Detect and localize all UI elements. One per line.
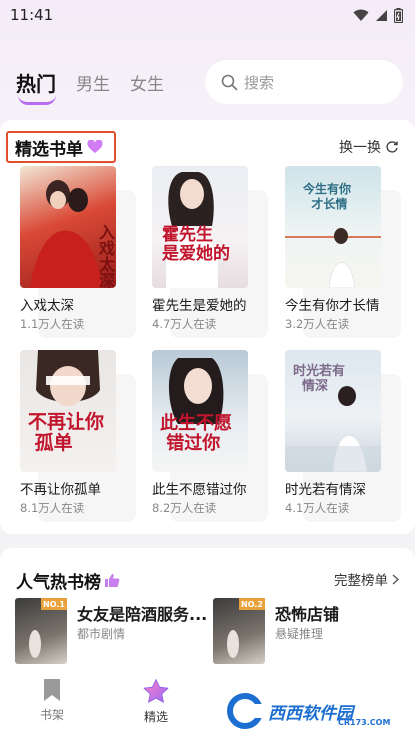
nav-item-bookshelf[interactable]: 书架: [22, 678, 82, 723]
search-placeholder: 搜索: [244, 73, 275, 92]
book-title: 时光若有情深: [285, 482, 366, 498]
tab-female[interactable]: 女生: [130, 70, 164, 95]
status-bar: 11:41: [0, 0, 415, 30]
heart-icon: [87, 140, 103, 153]
watermark-logo: [227, 693, 264, 729]
rank-title: 恐怖店铺: [275, 605, 340, 624]
nav-item-featured[interactable]: 精选: [126, 678, 186, 725]
book-readers: 3.2万人在读: [285, 317, 350, 331]
cover-title-text: 时光若有 情深: [293, 364, 346, 394]
nav-label-featured: 精选: [143, 710, 168, 724]
book-cover: 时光若有 情深: [285, 350, 381, 472]
popular-title-wrap: 人气热书榜: [16, 568, 120, 593]
status-time: 11:41: [10, 6, 54, 24]
bookmark-icon: [44, 679, 60, 701]
search-input[interactable]: 搜索: [205, 60, 403, 104]
book-cover: 今生有你 才长情: [285, 166, 381, 288]
tab-male[interactable]: 男生: [76, 70, 110, 95]
rank-genre: 悬疑推理: [275, 627, 324, 641]
book-item[interactable]: 入戏太深 入戏太深 1.1万人在读: [20, 166, 140, 338]
cover-title-text: 此生不愿 错过你: [160, 413, 232, 454]
book-item[interactable]: 不再让你 孤单 不再让你孤单 8.1万人在读: [20, 350, 140, 522]
featured-booklist-card: 精选书单 换一换 入戏太深 入戏太深 1.1万人在读 霍先生 是爱她的 霍先生是…: [0, 120, 415, 534]
rank-badge: NO.2: [239, 598, 265, 610]
book-cover: 此生不愿 错过你: [152, 350, 248, 472]
watermark: 西西软件园 CR173.COM: [222, 690, 400, 732]
star-icon: [143, 679, 169, 703]
book-item[interactable]: 霍先生 是爱她的 霍先生是爱她的 4.7万人在读: [152, 166, 272, 338]
book-cover: 入戏太深: [20, 166, 116, 288]
book-readers: 4.7万人在读: [152, 317, 217, 331]
popular-ranking-card: 人气热书榜 完整榜单 NO.1 女友是陪酒服务... 都市剧情 NO.2 恐怖店…: [0, 548, 415, 678]
rank-genre: 都市剧情: [77, 627, 126, 641]
rank-item[interactable]: NO.1 女友是陪酒服务... 都市剧情: [15, 598, 215, 666]
rank-badge: NO.1: [41, 598, 67, 610]
tab-hot[interactable]: 热门: [16, 68, 56, 105]
book-readers: 1.1万人在读: [20, 317, 85, 331]
book-readers: 4.1万人在读: [285, 501, 350, 515]
cover-title-text: 今生有你 才长情: [303, 182, 352, 211]
full-list-button[interactable]: 完整榜单: [334, 569, 399, 589]
book-title: 此生不愿错过你: [152, 482, 247, 498]
book-item[interactable]: 今生有你 才长情 今生有你才长情 3.2万人在读: [285, 166, 405, 338]
book-title: 霍先生是爱她的: [152, 298, 247, 314]
status-icons: [353, 7, 403, 23]
book-readers: 8.1万人在读: [20, 501, 85, 515]
featured-title: 精选书单: [15, 139, 83, 160]
thumbs-up-icon: [105, 574, 120, 587]
cover-title-text: 不再让你 孤单: [28, 411, 105, 454]
nav-label-bookshelf: 书架: [39, 708, 64, 722]
book-item[interactable]: 时光若有 情深 时光若有情深 4.1万人在读: [285, 350, 405, 522]
book-readers: 8.2万人在读: [152, 501, 217, 515]
full-list-label: 完整榜单: [334, 573, 388, 589]
cover-title-text: 入戏太深: [96, 224, 115, 288]
search-icon: [221, 74, 238, 90]
book-title: 今生有你才长情: [285, 298, 380, 314]
featured-title-box: 精选书单: [6, 131, 116, 163]
wifi-icon: [353, 9, 369, 21]
book-cover: 不再让你 孤单: [20, 350, 116, 472]
book-title: 入戏太深: [20, 298, 74, 314]
popular-title: 人气热书榜: [16, 573, 101, 593]
refresh-icon: [386, 141, 398, 153]
book-item[interactable]: 此生不愿 错过你 此生不愿错过你 8.2万人在读: [152, 350, 272, 522]
signal-icon: [376, 9, 387, 21]
book-cover: 霍先生 是爱她的: [152, 166, 248, 288]
watermark-sub: CR173.COM: [338, 718, 391, 727]
refresh-button[interactable]: 换一换: [339, 137, 399, 157]
cover-title-text: 霍先生 是爱她的: [162, 225, 230, 264]
chevron-right-icon: [392, 573, 399, 585]
book-title: 不再让你孤单: [20, 482, 101, 498]
rank-item[interactable]: NO.2 恐怖店铺 悬疑推理: [213, 598, 413, 666]
refresh-label: 换一换: [339, 140, 381, 156]
battery-icon: [394, 7, 403, 23]
rank-title: 女友是陪酒服务...: [77, 605, 208, 624]
